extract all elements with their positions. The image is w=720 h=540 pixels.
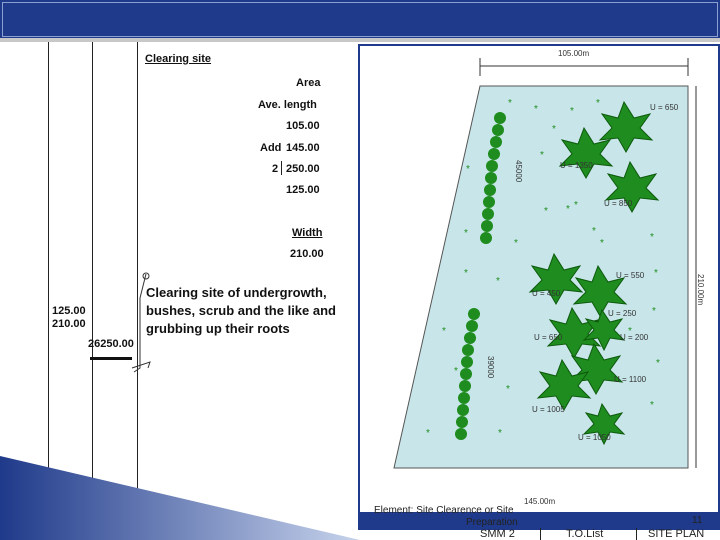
svg-text:*: * — [540, 150, 544, 161]
title-bar-border — [2, 2, 718, 37]
tab-smm2[interactable]: SMM 2 — [480, 528, 515, 540]
divide-bar — [281, 161, 282, 175]
length-a: 105.00 — [286, 120, 320, 132]
sheet-heading: Clearing site — [145, 53, 212, 65]
footer-ribbon — [0, 456, 360, 540]
hedge-upper-label: 45000 — [514, 160, 523, 183]
item-description: Clearing site of undergrowth, bushes, sc… — [146, 285, 336, 336]
svg-text:*: * — [652, 306, 656, 317]
svg-text:*: * — [566, 204, 570, 215]
svg-text:*: * — [650, 400, 654, 411]
title-bar — [0, 0, 720, 38]
entry-dim1: 125.00 — [52, 305, 86, 317]
svg-text:*: * — [650, 232, 654, 243]
svg-text:*: * — [508, 98, 512, 109]
u-label-7: U = 650 — [534, 333, 563, 342]
u-label-2: U = 850 — [604, 199, 633, 208]
svg-text:*: * — [656, 358, 660, 369]
svg-text:*: * — [570, 106, 574, 117]
svg-text:*: * — [544, 206, 548, 217]
length-avg: 125.00 — [286, 184, 320, 196]
u-label-1: U = 1350 — [560, 161, 593, 170]
length-sum: 250.00 — [286, 163, 320, 175]
svg-text:*: * — [498, 428, 502, 439]
svg-text:*: * — [628, 326, 632, 337]
bracket-marks — [131, 272, 151, 373]
tab-to-list[interactable]: T.O.List — [566, 528, 603, 540]
u-label-6: U = 200 — [620, 333, 649, 342]
hedge-lower-label: 39000 — [486, 356, 495, 379]
u-label-10: U = 1050 — [578, 433, 611, 442]
svg-text:*: * — [506, 384, 510, 395]
u-label-9: U = 1005 — [532, 405, 565, 414]
svg-text:*: * — [600, 238, 604, 249]
length-b: 145.00 — [286, 142, 320, 154]
svg-text:*: * — [464, 268, 468, 279]
svg-text:*: * — [466, 164, 470, 175]
u-label-8: U = 1100 — [614, 375, 647, 384]
divide-marker: 2 — [272, 163, 279, 175]
preparation-caption: Preparation — [466, 517, 518, 528]
u-label-3: U = 550 — [616, 271, 645, 280]
plan-bottom-width: 145.00m — [524, 497, 555, 506]
svg-text:*: * — [464, 228, 468, 239]
plan-top-width: 105.00m — [558, 49, 589, 58]
width-label: Width — [292, 227, 323, 239]
ruling-line-2 — [92, 42, 93, 512]
header-divider — [0, 38, 720, 42]
ave-length-label: Ave. length — [258, 99, 317, 111]
svg-text:*: * — [534, 104, 538, 115]
tab-divider-1 — [540, 528, 541, 540]
svg-text:*: * — [442, 326, 446, 337]
u-label-4: U = 450 — [532, 289, 561, 298]
svg-text:*: * — [596, 98, 600, 109]
tab-site-plan[interactable]: SITE PLAN — [648, 528, 704, 540]
svg-text:*: * — [552, 124, 556, 135]
u-label-5: U = 250 — [608, 309, 637, 318]
page-number: 11 — [692, 515, 703, 526]
element-caption: Element: Site Clearence or Site — [374, 505, 514, 516]
plan-right-height: 210.00m — [696, 274, 705, 305]
ruling-line-1 — [48, 42, 49, 512]
svg-text:*: * — [514, 238, 518, 249]
tab-divider-2 — [636, 528, 637, 540]
svg-text:*: * — [592, 226, 596, 237]
entry-dim2: 210.00 — [52, 318, 86, 330]
svg-text:*: * — [654, 268, 658, 279]
svg-text:*: * — [496, 276, 500, 287]
svg-text:*: * — [574, 200, 578, 211]
svg-text:*: * — [454, 366, 458, 377]
add-label: Add — [260, 142, 282, 154]
area-label: Area — [296, 77, 321, 89]
site-plan: 105.00m 210.00m 145.00m 45000 39000 U = … — [358, 44, 720, 530]
u-label-0: U = 650 — [650, 103, 679, 112]
svg-text:*: * — [426, 428, 430, 439]
width-value: 210.00 — [290, 248, 324, 260]
